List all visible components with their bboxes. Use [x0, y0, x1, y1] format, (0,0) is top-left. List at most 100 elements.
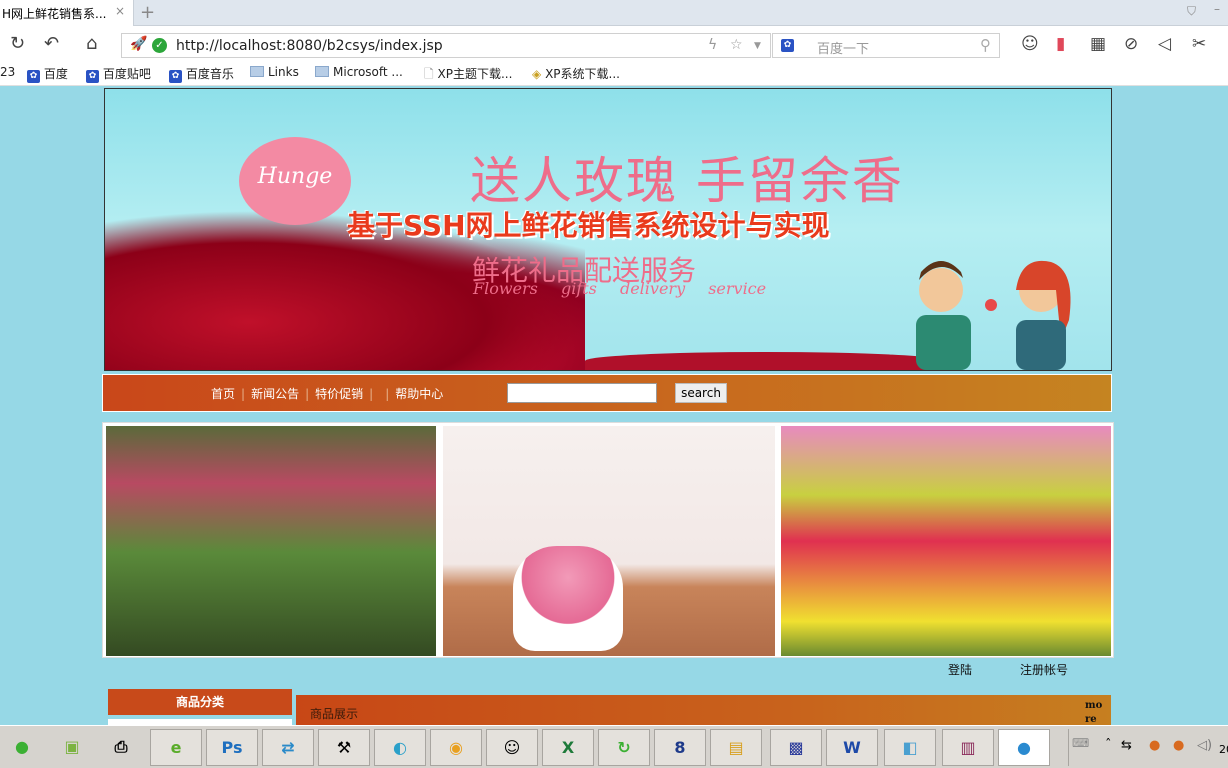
browser-tab[interactable]: H网上鲜花销售系... × — [0, 0, 134, 26]
ie-icon[interactable]: e — [150, 729, 202, 766]
xp-logo-icon: ◈ — [532, 67, 542, 81]
globe-icon[interactable]: ◐ — [374, 729, 426, 766]
bookmark[interactable]: 23 — [0, 65, 15, 79]
android-icon[interactable]: ▣ — [48, 729, 96, 766]
banner-slogan: 送人玫瑰 手留余香 — [470, 152, 904, 210]
couple-illustration — [916, 260, 1071, 370]
back-icon[interactable]: ↶ — [44, 33, 59, 54]
bookmark-label: 百度贴吧 — [102, 67, 151, 81]
photoshop-icon[interactable]: Ps — [206, 729, 258, 766]
chevron-down-icon[interactable]: ▼ — [754, 41, 761, 51]
product-section-title: 商品展示 — [310, 707, 359, 721]
explorer-icon[interactable]: ▤ — [710, 729, 762, 766]
bookmark-label: XP主题下载... — [437, 67, 513, 81]
product-header: 商品展示 more — [296, 695, 1111, 727]
tools-icon[interactable]: ⚒ — [318, 729, 370, 766]
network-tray-icon[interactable]: ⇆ — [1121, 738, 1132, 753]
bookmark[interactable]: ✿ 百度 — [27, 65, 68, 83]
scanner-icon[interactable]: ⎙ — [98, 729, 144, 766]
banner: Hunge 送人玫瑰 手留余香 基于SSH网上鲜花销售系统设计与实现 鲜花礼品配… — [104, 88, 1112, 371]
lightning-icon[interactable]: ϟ — [708, 37, 717, 53]
bookmark[interactable]: ◈ XP系统下载... — [532, 65, 620, 82]
folder-icon — [315, 66, 329, 77]
register-link[interactable]: 注册帐号 — [1020, 661, 1068, 678]
search-button[interactable]: search — [675, 383, 727, 403]
compass-icon[interactable]: ⊘ — [1124, 34, 1138, 54]
bookmark[interactable]: Links — [250, 65, 299, 79]
tab-title: H网上鲜花销售系... — [2, 7, 107, 21]
skin-icon[interactable]: ⛉ — [1187, 4, 1196, 19]
new-tab-icon[interactable]: + — [140, 2, 155, 23]
bookmark-label: 百度音乐 — [185, 67, 234, 81]
nav-promotions[interactable]: 特价促销 — [315, 387, 363, 401]
tulip-field-image — [106, 426, 436, 656]
search-box[interactable]: ✿ 百度一下 ⚲ — [772, 33, 1000, 58]
bookmark-label: 23 — [0, 65, 16, 79]
search-icon[interactable]: ⚲ — [980, 36, 991, 54]
baidu-icon[interactable]: ✿ — [781, 39, 794, 52]
search-input[interactable] — [507, 383, 657, 403]
nav-bar: 首页 | 新闻公告 | 特价促销 | | 帮助中心 search — [102, 374, 1112, 412]
bookmark-label: 百度 — [43, 67, 68, 81]
volume-icon[interactable]: ◁) — [1197, 738, 1212, 753]
tab-bar: H网上鲜花销售系... × + ⛉ – — [0, 0, 1228, 26]
star-icon[interactable]: ☆ — [730, 37, 743, 53]
minimize-icon[interactable]: – — [1214, 2, 1220, 16]
browser-icon[interactable]: ● — [998, 729, 1050, 766]
site-title: 基于SSH网上鲜花销售系统设计与实现 — [347, 209, 830, 242]
app-store-icon[interactable]: ▮ — [1056, 34, 1065, 54]
app-8-icon[interactable]: 8 — [654, 729, 706, 766]
nav-news[interactable]: 新闻公告 — [251, 387, 299, 401]
refresh-app-icon[interactable]: ↻ — [598, 729, 650, 766]
bookmark[interactable]: ✿ 百度贴吧 — [86, 65, 151, 83]
bookmark[interactable]: 🗋 XP主题下载... — [424, 65, 512, 86]
chat-icon[interactable]: ☺ — [1021, 34, 1039, 54]
notes-icon[interactable]: ☺ — [486, 729, 538, 766]
disk-icon[interactable]: ◉ — [430, 729, 482, 766]
chevron-up-icon[interactable]: ˆ — [1105, 738, 1112, 753]
secure-shield-icon: ✓ — [152, 38, 167, 53]
network-icon[interactable]: ⇄ — [262, 729, 314, 766]
taskbar: ● ▣ ⎙ e Ps ⇄ ⚒ ◐ ◉ ☺ X ↻ 8 ▤ ▩ W ◧ ▥ ● ⌨… — [0, 725, 1228, 768]
wechat-icon[interactable]: ● — [0, 729, 44, 766]
logo: Hunge — [239, 137, 351, 225]
grid-icon[interactable]: ▦ — [1090, 34, 1106, 54]
home-icon[interactable]: ⌂ — [86, 33, 97, 54]
close-tab-icon[interactable]: × — [115, 4, 125, 18]
web-page: Hunge 送人玫瑰 手留余香 基于SSH网上鲜花销售系统设计与实现 鲜花礼品配… — [0, 87, 1228, 729]
refresh-icon[interactable]: ↻ — [10, 33, 25, 54]
qq-icon[interactable]: ● — [1149, 738, 1160, 753]
address-bar[interactable]: 🚀 ✓ http://localhost:8080/b2csys/index.j… — [121, 33, 771, 58]
bookmark-label: XP系统下载... — [545, 67, 620, 81]
bookmarks-bar: 23 ✿ 百度 ✿ 百度贴吧 ✿ 百度音乐 Links Microsoft ..… — [0, 62, 1228, 86]
photo-strip — [102, 422, 1114, 658]
word-icon[interactable]: W — [826, 729, 878, 766]
search-placeholder: 百度一下 — [817, 42, 870, 57]
bookmark[interactable]: Microsoft ... — [315, 65, 403, 79]
eraser-icon[interactable]: ◧ — [884, 729, 936, 766]
url-text[interactable]: http://localhost:8080/b2csys/index.jsp — [176, 38, 443, 54]
bookmark-label: Links — [268, 65, 299, 79]
flower-vase-image — [443, 426, 775, 656]
qq-icon[interactable]: ● — [1173, 738, 1184, 753]
baidu-paw-icon: ✿ — [86, 70, 99, 83]
excel-icon[interactable]: X — [542, 729, 594, 766]
bookmark[interactable]: ✿ 百度音乐 — [169, 65, 234, 83]
nav-home[interactable]: 首页 — [211, 387, 235, 401]
folder-icon — [250, 66, 264, 77]
category-header: 商品分类 — [108, 689, 292, 715]
speaker-icon[interactable]: ◁ — [1158, 34, 1171, 54]
rocket-icon: 🚀 — [130, 36, 148, 52]
bookmark-label: Microsoft ... — [333, 65, 403, 79]
more-link[interactable]: more — [1085, 699, 1107, 727]
nav-help[interactable]: 帮助中心 — [395, 387, 443, 401]
clock[interactable]: 20 — [1219, 743, 1228, 756]
media-icon[interactable]: ▩ — [770, 729, 822, 766]
scissors-icon[interactable]: ✂ — [1192, 34, 1206, 54]
page-icon: 🗋 — [424, 67, 434, 81]
winrar-icon[interactable]: ▥ — [942, 729, 994, 766]
system-tray: ˆ ⇆ ● ● ◁) 20 — [1068, 729, 1228, 766]
banner-service-en: Flowers gifts delivery service — [473, 279, 767, 298]
baidu-paw-icon: ✿ — [169, 70, 182, 83]
login-link[interactable]: 登陆 — [948, 661, 972, 678]
